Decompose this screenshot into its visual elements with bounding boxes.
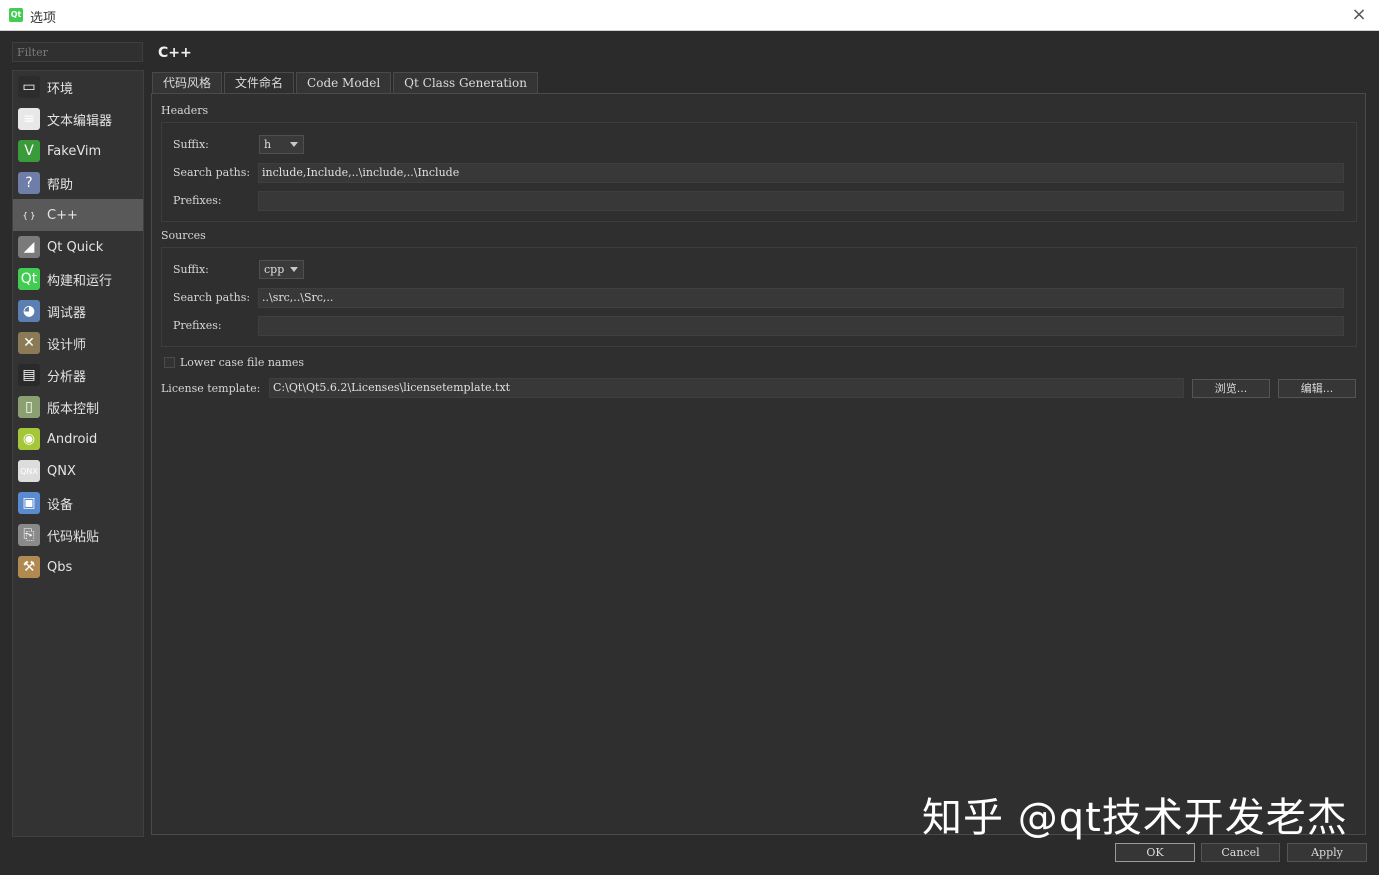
text-editor-icon: ≡: [18, 108, 40, 130]
headers-search-label: Search paths:: [173, 166, 251, 179]
sidebar-item-label: QNX: [47, 463, 76, 479]
sources-group: Suffix: cpp Search paths: ..\src,..\Src,…: [161, 247, 1357, 347]
cancel-button[interactable]: Cancel: [1201, 843, 1280, 862]
sidebar-item-label: 调试器: [47, 305, 87, 321]
monitor-icon: ▭: [18, 76, 40, 98]
fakevim-icon: V: [18, 140, 40, 162]
sidebar-item-label: 构建和运行: [47, 273, 113, 289]
headers-group: Suffix: h Search paths: include,Include,…: [161, 122, 1357, 222]
title-bar: Qt 选项 ×: [0, 0, 1379, 31]
category-sidebar: ▭ 环境 ≡ 文本编辑器 V FakeVim? 帮助 { } C++ ◢ Qt Quick Qt 构建和…: [12, 70, 144, 837]
sidebar-item-6[interactable]: Qt 构建和运行: [13, 263, 143, 295]
chevron-down-icon: [290, 267, 298, 272]
headers-prefixes-field[interactable]: [258, 191, 1344, 211]
tab-qt-class-generation[interactable]: Qt Class Generation: [393, 72, 538, 93]
qt-app-icon: Qt: [9, 8, 23, 22]
sidebar-item-label: FakeVim: [47, 143, 102, 159]
window-title: 选项: [30, 11, 57, 26]
apply-button[interactable]: Apply: [1287, 843, 1367, 862]
sidebar-item-10[interactable]: ▯ 版本控制: [13, 391, 143, 423]
headers-suffix-value: h: [264, 138, 272, 151]
sidebar-item-label: 环境: [47, 81, 74, 97]
sidebar-item-14[interactable]: ⎘ 代码粘贴: [13, 519, 143, 551]
close-icon[interactable]: ×: [1349, 4, 1369, 25]
sources-search-label: Search paths:: [173, 291, 251, 304]
sidebar-item-label: Android: [47, 431, 98, 447]
sidebar-item-5[interactable]: ◢ Qt Quick: [13, 231, 143, 263]
watermark: 知乎 @qt技术开发老杰: [922, 795, 1348, 841]
sources-prefixes-label: Prefixes:: [173, 319, 222, 332]
chevron-down-icon: [290, 142, 298, 147]
sources-group-title: Sources: [161, 229, 206, 242]
license-template-label: License template:: [161, 382, 261, 395]
sidebar-item-13[interactable]: ▣ 设备: [13, 487, 143, 519]
tab-code-style[interactable]: 代码风格: [152, 72, 223, 93]
sidebar-item-label: C++: [47, 207, 78, 223]
sources-suffix-value: cpp: [264, 263, 285, 276]
sidebar-item-label: 分析器: [47, 369, 87, 385]
sidebar-item-9[interactable]: ▤ 分析器: [13, 359, 143, 391]
edit-button[interactable]: 编辑...: [1278, 379, 1356, 398]
headers-search-paths-field[interactable]: include,Include,..\include,..\Include: [258, 163, 1344, 183]
sidebar-item-11[interactable]: ◉ Android: [13, 423, 143, 455]
headers-prefixes-label: Prefixes:: [173, 194, 222, 207]
sources-prefixes-field[interactable]: [258, 316, 1344, 336]
sidebar-item-label: Qbs: [47, 559, 73, 575]
version-control-icon: ▯: [18, 396, 40, 418]
sidebar-item-15[interactable]: ⚒ Qbs: [13, 551, 143, 583]
hammer-icon: ⚒: [18, 556, 40, 578]
build-run-icon: Qt: [18, 268, 40, 290]
designer-tools-icon: ✕: [18, 332, 40, 354]
sidebar-item-label: 版本控制: [47, 401, 100, 417]
lower-case-checkbox[interactable]: [164, 357, 175, 368]
sources-suffix-combo[interactable]: cpp: [259, 260, 304, 279]
file-naming-panel: Headers Suffix: h Search paths: include,…: [151, 93, 1366, 835]
browse-button[interactable]: 浏览...: [1192, 379, 1270, 398]
sidebar-item-4[interactable]: { } C++: [13, 199, 143, 231]
tab-bar: 代码风格 文件命名 Code Model Qt Class Generation: [152, 72, 540, 94]
license-template-field[interactable]: C:\Qt\Qt5.6.2\Licenses\licensetemplate.t…: [269, 378, 1184, 398]
help-icon: ?: [18, 172, 40, 194]
sidebar-item-3[interactable]: ? 帮助: [13, 167, 143, 199]
sidebar-item-label: Qt Quick: [47, 239, 104, 255]
analyzer-icon: ▤: [18, 364, 40, 386]
sidebar-item-label: 设备: [47, 497, 74, 513]
sidebar-item-7[interactable]: ◕ 调试器: [13, 295, 143, 327]
tab-code-model[interactable]: Code Model: [296, 72, 392, 93]
android-icon: ◉: [18, 428, 40, 450]
ok-button[interactable]: OK: [1115, 843, 1195, 862]
qnx-icon: QNX: [18, 460, 40, 482]
sidebar-item-label: 帮助: [47, 177, 74, 193]
sidebar-item-2[interactable]: V FakeVim: [13, 135, 143, 167]
device-icon: ▣: [18, 492, 40, 514]
sidebar-item-label: 设计师: [47, 337, 87, 353]
sidebar-item-0[interactable]: ▭ 环境: [13, 71, 143, 103]
sidebar-item-12[interactable]: QNX QNX: [13, 455, 143, 487]
headers-suffix-label: Suffix:: [173, 138, 209, 151]
sidebar-item-1[interactable]: ≡ 文本编辑器: [13, 103, 143, 135]
lower-case-label[interactable]: Lower case file names: [180, 356, 304, 369]
headers-suffix-combo[interactable]: h: [259, 135, 304, 154]
paper-plane-icon: ◢: [18, 236, 40, 258]
sources-suffix-label: Suffix:: [173, 263, 209, 276]
sidebar-item-label: 代码粘贴: [47, 529, 100, 545]
sidebar-item-8[interactable]: ✕ 设计师: [13, 327, 143, 359]
filter-input[interactable]: [12, 42, 143, 62]
code-paste-icon: ⎘: [18, 524, 40, 546]
page-title: C++: [158, 45, 192, 61]
sidebar-item-label: 文本编辑器: [47, 113, 113, 129]
sources-search-paths-field[interactable]: ..\src,..\Src,..: [258, 288, 1344, 308]
debugger-icon: ◕: [18, 300, 40, 322]
braces-icon: { }: [18, 204, 40, 226]
headers-group-title: Headers: [161, 104, 209, 117]
tab-file-naming[interactable]: 文件命名: [224, 72, 295, 94]
